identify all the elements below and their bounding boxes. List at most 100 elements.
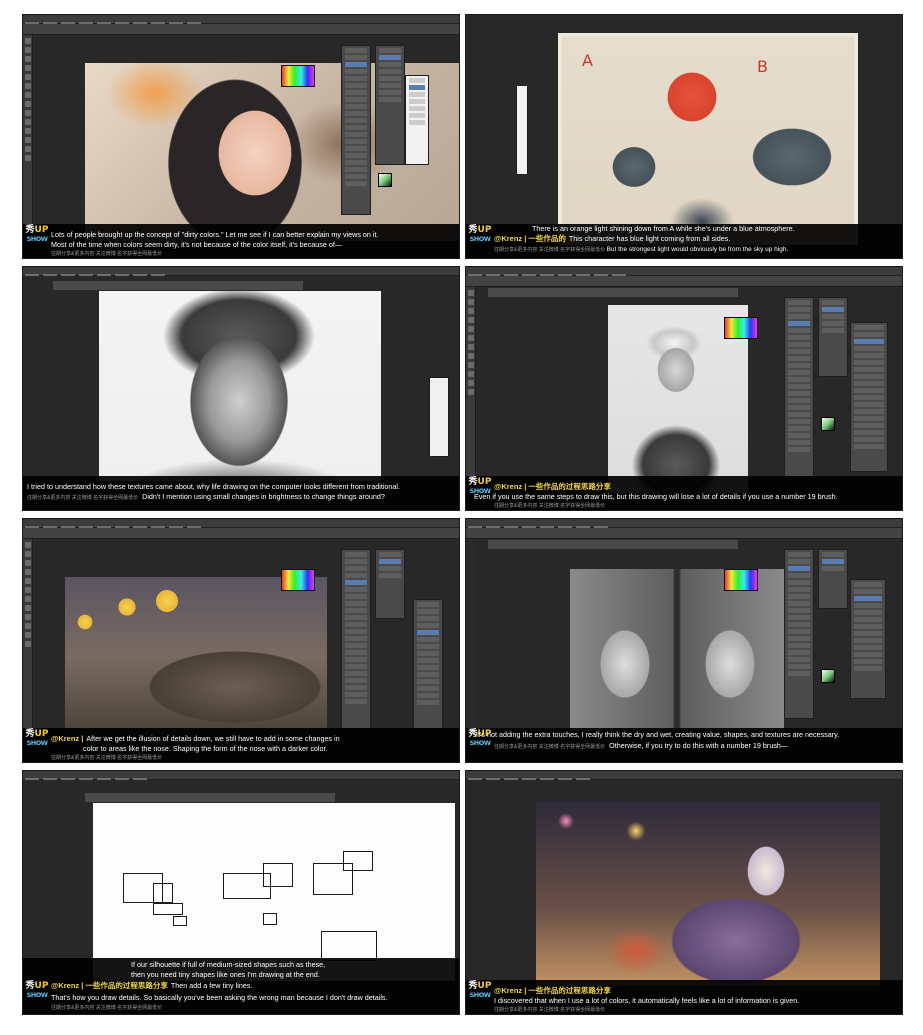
- subtitle-line-2: That's how you draw details. So basicall…: [51, 993, 388, 1002]
- show-logo: 秀UP SHOW: [25, 225, 49, 244]
- video-frame-2: A B 秀UP SHOW There is an orange light shi…: [465, 14, 903, 259]
- show-logo: 秀UP SHOW: [468, 225, 492, 244]
- sketch-shape-2: [153, 883, 173, 903]
- credit-cn: 往期分享&更多内容 关注微博 名字获得全网最低价: [27, 495, 139, 501]
- document-tab[interactable]: [488, 540, 738, 549]
- menu-bar[interactable]: [466, 771, 902, 781]
- subtitle-bar: 秀UP SHOW Lots of people brought up the co…: [23, 224, 459, 258]
- menu-bar[interactable]: [23, 267, 459, 277]
- layers-panel[interactable]: [375, 549, 405, 619]
- subtitle-line-2: Most of the time when colors seem dirty,…: [51, 240, 343, 249]
- subtitle-bar: I tried to understand how these textures…: [23, 476, 459, 510]
- dropdown-menu[interactable]: [405, 75, 429, 165]
- subtitle-line-2: 往期分享&更多内容 关注微博 名字获得全网最低价 Didn't I mention…: [27, 492, 455, 503]
- options-bar: [466, 528, 902, 539]
- subtitle-text: Otherwise, if you try to do this with a …: [609, 741, 789, 750]
- show-logo: 秀UP SHOW: [468, 981, 492, 1000]
- subtitle-bar: 秀UP SHOW @Krenz | 一些作品的过程思路分享 I discovere…: [466, 980, 902, 1014]
- sketch-shape-10: [173, 916, 187, 926]
- brush-panel[interactable]: [784, 297, 814, 477]
- sketch-shape-9: [263, 913, 277, 925]
- artwork-temple-fireworks: [65, 577, 327, 735]
- color-picker-panel[interactable]: [724, 317, 758, 339]
- krenz-tag: @Krenz | 一些作品的过程思路分享: [494, 482, 611, 491]
- brush-panel[interactable]: [784, 549, 814, 719]
- document-tab[interactable]: [488, 288, 738, 297]
- brush-panel[interactable]: [341, 45, 371, 215]
- subtitle-extra: But the strongest light would obviously …: [606, 246, 789, 253]
- history-panel[interactable]: [413, 599, 443, 729]
- side-panel[interactable]: [429, 377, 449, 457]
- credit-cn: 往期分享&更多内容 关注微博 名字获得全网最低价: [494, 744, 606, 750]
- credit-text: 往期分享&更多内容 关注微博 名字获得全网最低价: [51, 1005, 163, 1011]
- subtitle-bar: 秀UP SHOW If our silhouette if full of med…: [23, 958, 459, 1014]
- side-panel[interactable]: [516, 85, 528, 175]
- layers-panel[interactable]: [818, 549, 848, 609]
- subtitle-line-1: @Krenz | 一些作品的过程思路分享 Then add a few tiny …: [51, 981, 455, 990]
- tools-panel[interactable]: [23, 35, 33, 224]
- subtitle-line-1: @Krenz | 一些作品的过程思路分享: [494, 482, 898, 491]
- label-a: A: [582, 51, 593, 70]
- color-picker-panel[interactable]: [281, 569, 315, 591]
- subtitle-text: Then add a few tiny lines.: [170, 981, 253, 990]
- layers-panel[interactable]: [375, 45, 405, 165]
- history-panel[interactable]: [850, 579, 886, 699]
- subtitle-pre-line-2: then you need tiny shapes like ones I'm …: [131, 970, 320, 979]
- color-picker-panel[interactable]: [724, 569, 758, 591]
- subtitle-line-1: It's not adding the extra touches, I rea…: [476, 730, 840, 739]
- subtitle-line-2: color to areas like the nose. Shaping th…: [83, 744, 328, 753]
- artwork-sculpture-comparison: [570, 569, 784, 731]
- artwork-man-portrait-sketch: [99, 291, 381, 481]
- subtitle-line-2: 往期分享&更多内容 关注微博 名字获得全网最低价 Otherwise, if yo…: [494, 741, 898, 752]
- menu-bar[interactable]: [466, 519, 902, 529]
- history-panel[interactable]: [850, 322, 888, 472]
- sketch-shape-8: [321, 931, 377, 961]
- tools-panel[interactable]: [23, 539, 33, 728]
- krenz-tag: @Krenz | 一些作品的过程思路分享: [51, 981, 168, 990]
- menu-bar[interactable]: [466, 267, 902, 277]
- krenz-tag: @Krenz | 一些作品的过程思路分享: [494, 986, 611, 995]
- subtitle-bar: 秀UP SHOW It's not adding the extra touche…: [466, 728, 902, 762]
- subtitle-line-2: @Krenz | 一些作品的 This character has blue li…: [494, 234, 898, 243]
- subtitle-line-2: I discovered that when I use a lot of co…: [494, 996, 800, 1005]
- credit-text: 往期分享&更多内容 关注微博 名字获得全网最低价: [51, 755, 163, 761]
- menu-bar[interactable]: [23, 519, 459, 529]
- sketch-shape-7: [343, 851, 373, 871]
- menu-bar[interactable]: [23, 15, 459, 25]
- video-frame-5: 秀UP SHOW @Krenz | After we get the illusio…: [22, 518, 460, 763]
- foreground-color[interactable]: [378, 173, 392, 187]
- subtitle-text: Didn't I mention using small changes in …: [142, 492, 385, 501]
- video-frame-6: 秀UP SHOW It's not adding the extra touche…: [465, 518, 903, 763]
- options-bar: [466, 276, 902, 287]
- subtitle-text: This character has blue light coming fro…: [568, 234, 731, 243]
- sketch-shape-5: [263, 863, 293, 887]
- video-frame-8: 秀UP SHOW @Krenz | 一些作品的过程思路分享 I discovere…: [465, 770, 903, 1015]
- subtitle-line-1: I tried to understand how these textures…: [27, 482, 401, 491]
- krenz-tag: @Krenz |: [51, 734, 84, 743]
- sketch-shape-3: [153, 903, 183, 915]
- options-bar: [23, 528, 459, 539]
- subtitle-line-1: @Krenz | 一些作品的过程思路分享: [494, 986, 898, 995]
- tools-panel[interactable]: [466, 287, 476, 476]
- subtitle-bar: 秀UP SHOW @Krenz | 一些作品的过程思路分享 Even if you…: [466, 476, 902, 510]
- artwork-robot-arms-girl: A B: [558, 33, 858, 245]
- brush-panel[interactable]: [341, 549, 371, 729]
- foreground-color[interactable]: [821, 669, 835, 683]
- label-b: B: [757, 57, 768, 76]
- foreground-color[interactable]: [821, 417, 835, 431]
- document-tab[interactable]: [85, 793, 335, 802]
- subtitle-text: After we get the illusion of details dow…: [86, 734, 340, 743]
- document-tab[interactable]: [53, 281, 303, 290]
- subtitle-bar: 秀UP SHOW @Krenz | After we get the illusio…: [23, 728, 459, 762]
- artwork-shape-sketches: [93, 803, 455, 981]
- credit-text: 往期分享&更多内容 关注微博 名字获得全网最低价 But the stronge…: [494, 246, 898, 253]
- subtitle-line-1: Lots of people brought up the concept of…: [51, 230, 379, 239]
- video-frame-7: 秀UP SHOW If our silhouette if full of med…: [22, 770, 460, 1015]
- video-frame-4: 秀UP SHOW @Krenz | 一些作品的过程思路分享 Even if you…: [465, 266, 903, 511]
- menu-bar[interactable]: [23, 771, 459, 781]
- layers-panel[interactable]: [818, 297, 848, 377]
- options-bar: [23, 24, 459, 35]
- color-picker-panel[interactable]: [281, 65, 315, 87]
- credit-cn: 往期分享&更多内容 关注微博 名字获得全网最低价: [494, 247, 606, 253]
- subtitle-line-1: @Krenz | After we get the illusion of det…: [51, 734, 455, 743]
